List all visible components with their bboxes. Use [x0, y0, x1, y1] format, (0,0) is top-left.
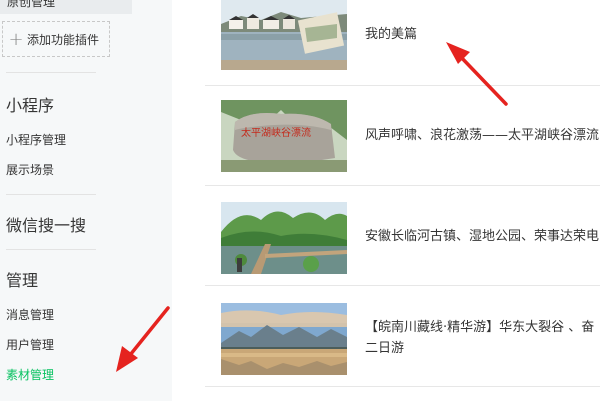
divider [6, 72, 96, 73]
plus-icon: + [8, 28, 24, 50]
add-plugin-label: 添加功能插件 [27, 32, 100, 47]
sidebar-item-original[interactable]: 原创管理 [0, 0, 132, 14]
sidebar-item-user-manage[interactable]: 用户管理 [6, 336, 54, 353]
sidebar-item-message-manage[interactable]: 消息管理 [6, 306, 54, 323]
section-title-manage: 管理 [6, 271, 39, 290]
list-item[interactable]: 我的美篇 [205, 0, 600, 86]
article-thumbnail[interactable] [221, 202, 347, 274]
article-title[interactable]: 我的美篇 [365, 24, 417, 46]
sidebar: 原创管理 + 添加功能插件 小程序 小程序管理 展示场景 微信搜一搜 管理 消息… [0, 0, 172, 401]
list-item[interactable]: 【皖南川藏线·精华游】华东大裂谷 、奋 二日游 [205, 287, 600, 387]
article-title[interactable]: 安徽长临河古镇、湿地公园、荣事达荣电 [365, 226, 599, 248]
divider [6, 194, 96, 195]
article-title[interactable]: 风声呼啸、浪花激荡——太平湖峡谷漂流 [365, 125, 599, 147]
sidebar-item-display-scene[interactable]: 展示场景 [6, 161, 54, 178]
list-item[interactable]: 太平湖峡谷漂流 风声呼啸、浪花激荡——太平湖峡谷漂流 [205, 86, 600, 186]
add-plugin-button[interactable]: + 添加功能插件 [2, 21, 110, 57]
material-list: 我的美篇 太平湖峡谷漂流 风声呼啸、浪花激荡——太平湖峡谷漂流 安徽长临河古镇、… [205, 0, 600, 401]
sidebar-item-miniprogram-manage[interactable]: 小程序管理 [6, 131, 66, 148]
article-thumbnail[interactable]: 太平湖峡谷漂流 [221, 100, 347, 172]
list-item[interactable]: 安徽长临河古镇、湿地公园、荣事达荣电 [205, 186, 600, 286]
sidebar-item-material-manage[interactable]: 素材管理 [6, 366, 54, 383]
sidebar-item-wechat-search[interactable]: 微信搜一搜 [6, 212, 86, 236]
svg-text:太平湖峡谷漂流: 太平湖峡谷漂流 [241, 126, 311, 139]
article-title-line1[interactable]: 【皖南川藏线·精华游】华东大裂谷 、奋 [365, 317, 594, 339]
article-title-line2[interactable]: 二日游 [365, 338, 404, 360]
article-thumbnail[interactable] [221, 303, 347, 375]
divider [6, 249, 96, 250]
section-title-miniprogram: 小程序 [6, 96, 55, 115]
article-thumbnail[interactable] [221, 0, 347, 70]
